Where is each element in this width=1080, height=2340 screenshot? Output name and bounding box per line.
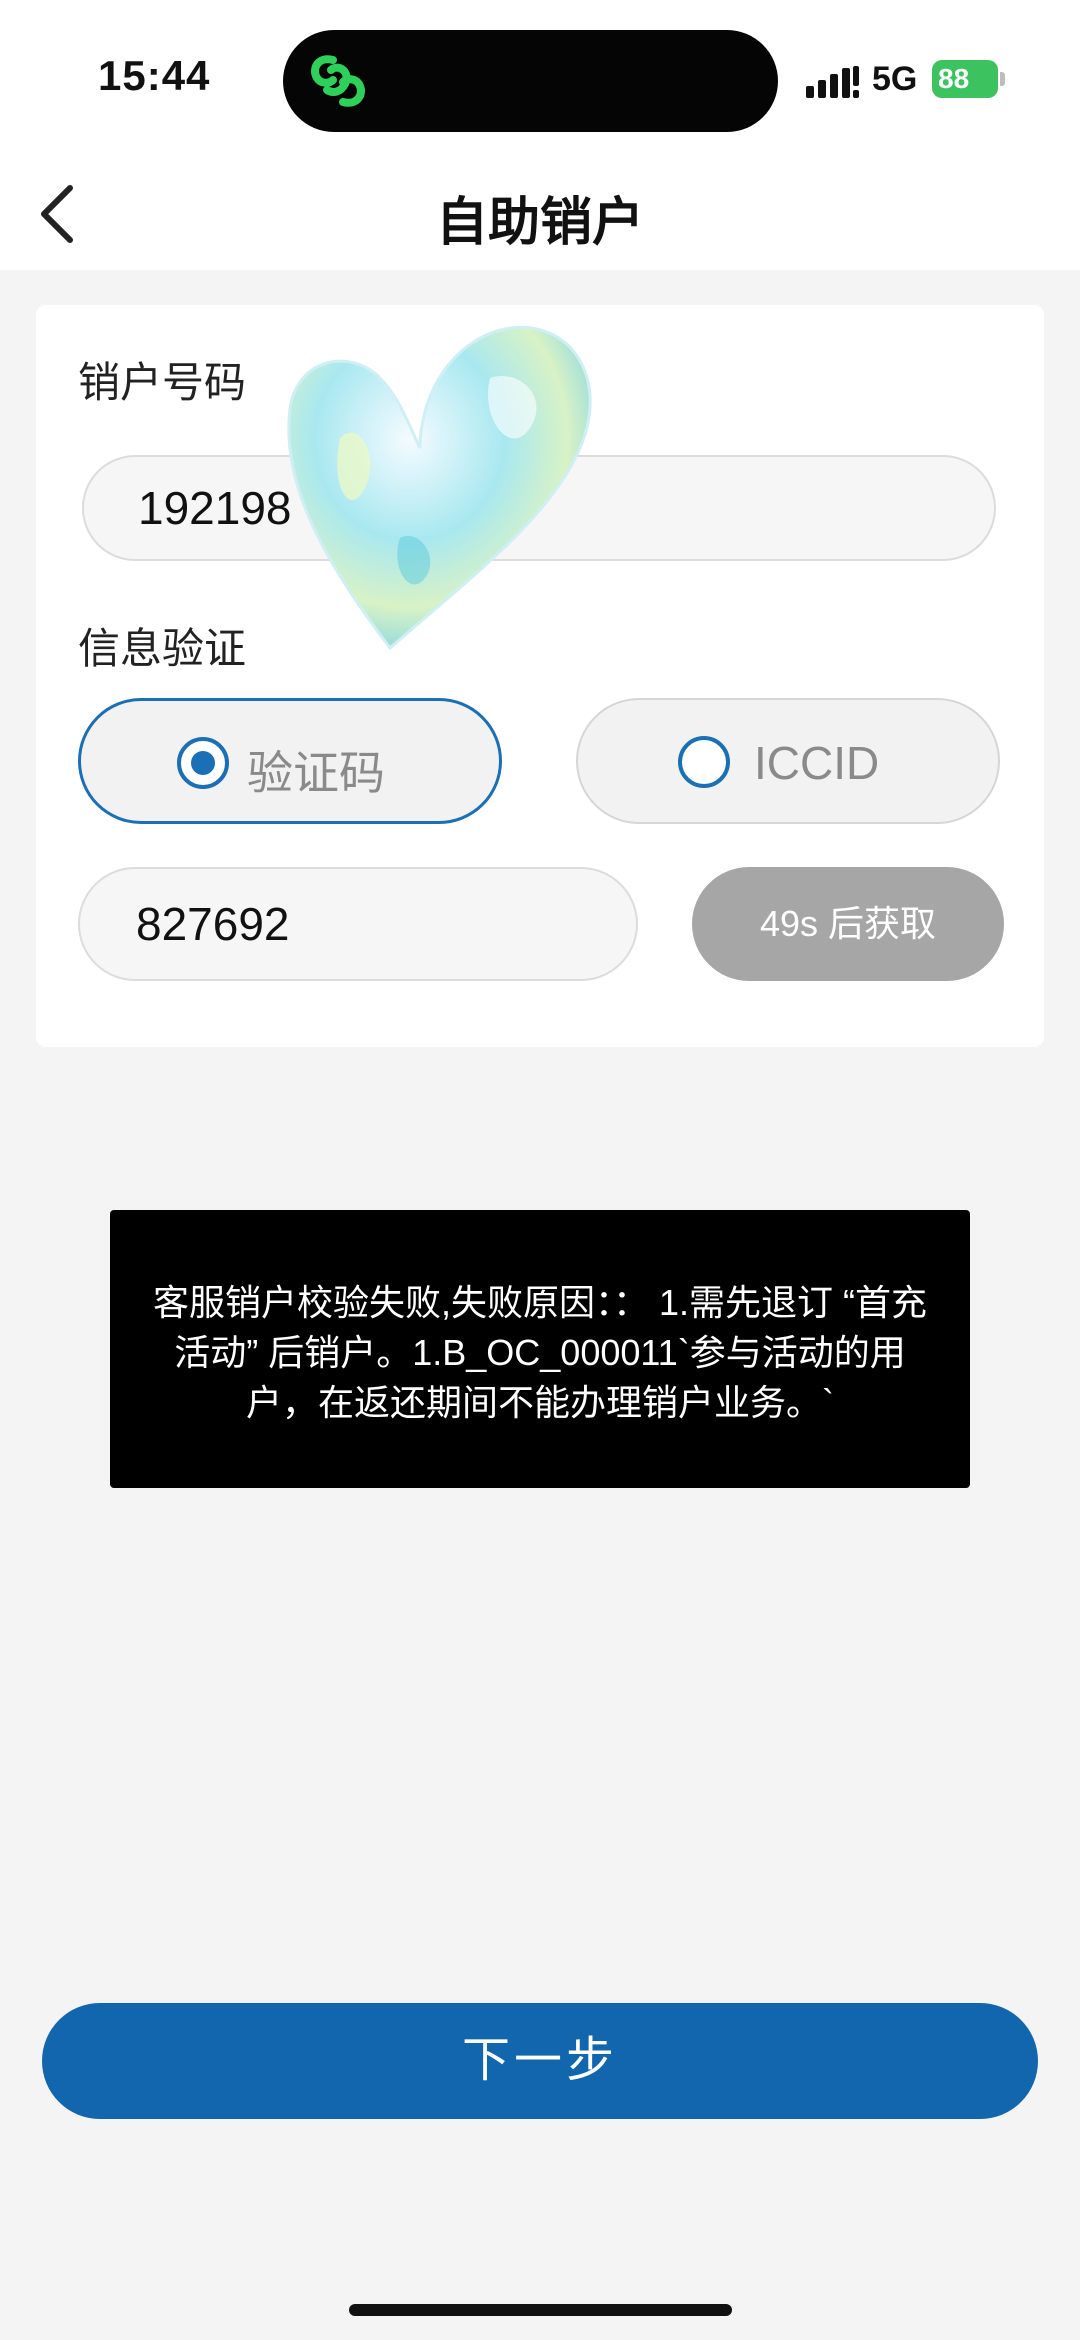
battery-body: 88 [932,60,998,98]
radio-unselected-icon [678,736,730,788]
radio-label-code: 验证码 [247,747,385,799]
radio-iccid[interactable]: ICCID [576,698,1000,824]
status-time: 15:44 [98,52,211,99]
radio-verification-code[interactable]: 验证码 [78,698,502,824]
battery-level: 88 [938,63,970,94]
verification-code-input[interactable]: 827692 [78,867,638,981]
app-link-icon [311,55,365,107]
error-toast: 客服销户校验失败,失败原因：： 1.需先退订 “首充活动” 后销户。1.B_OC… [110,1210,970,1488]
get-code-button[interactable]: 49s 后获取 [692,867,1004,981]
home-indicator [349,2304,732,2316]
network-label: 5G [872,60,918,98]
dynamic-island [283,30,778,132]
status-bar: 15:44 5G 88 [0,0,1080,160]
phone-label: 销户号码 [78,359,247,406]
verify-label: 信息验证 [78,625,247,672]
battery-charging-icon: 88 [932,60,1005,98]
next-button[interactable]: 下一步 [42,2003,1038,2119]
signal-icon [806,66,859,98]
heart-sticker-icon [287,325,592,651]
battery-tip [1000,72,1005,86]
page-title: 自助销户 [435,194,644,252]
nav-bar: 自助销户 [0,160,1080,270]
radio-selected-icon [177,737,229,789]
radio-label-iccid: ICCID [754,737,880,789]
